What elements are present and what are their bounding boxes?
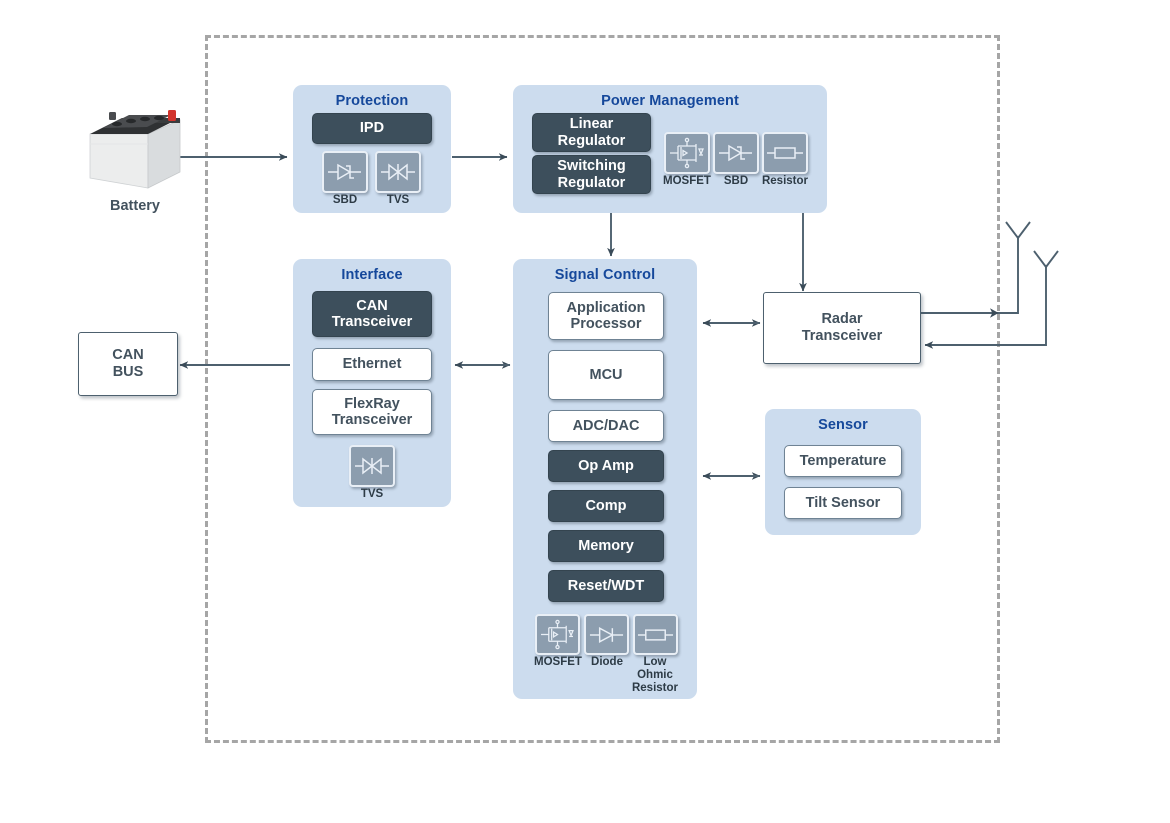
panel-sensor-title: Sensor: [818, 417, 868, 433]
chip-comp[interactable]: Comp: [548, 490, 664, 522]
panel-power-management-title: Power Management: [601, 93, 739, 109]
chip-ipd-label: IPD: [359, 120, 385, 137]
chip-linear-regulator[interactable]: Linear Regulator: [532, 113, 651, 152]
chip-memory-label: Memory: [578, 537, 634, 554]
chip-op-amp[interactable]: Op Amp: [548, 450, 664, 482]
chip-linear-regulator-line2: Regulator: [557, 132, 626, 149]
chip-ipd[interactable]: IPD: [312, 113, 432, 144]
antenna-icon-rx: [1033, 250, 1059, 269]
radar-transceiver-line2: Transceiver: [801, 328, 883, 344]
chip-adc-dac-label: ADC/DAC: [572, 417, 640, 434]
chip-application-processor-line2: Processor: [570, 316, 642, 332]
chip-mcu-label: MCU: [589, 366, 623, 383]
chip-switching-regulator-line1: Switching: [557, 158, 626, 175]
symbol-low-ohmic-line1: Low: [643, 656, 667, 668]
symbol-sbd-power[interactable]: [713, 132, 759, 174]
can-bus-label-line2: BUS: [112, 364, 144, 380]
can-bus-label-line1: CAN: [112, 346, 144, 363]
chip-tilt-sensor[interactable]: Tilt Sensor: [784, 487, 902, 519]
panel-protection-title: Protection: [335, 93, 409, 109]
symbol-tvs-protection[interactable]: [375, 151, 421, 193]
battery-label: Battery: [110, 198, 160, 214]
symbol-resistor-power[interactable]: [762, 132, 808, 174]
symbol-low-ohmic-line3: Resistor: [631, 681, 679, 694]
symbol-tvs-interface[interactable]: [349, 445, 395, 487]
symbol-low-ohmic-line2: Ohmic: [637, 668, 673, 681]
chip-flexray-transceiver[interactable]: FlexRay Transceiver: [312, 389, 432, 435]
symbol-tvs-interface-label: TVS: [360, 488, 384, 500]
chip-flexray-transceiver-line2: Transceiver: [331, 412, 413, 428]
chip-reset-wdt-label: Reset/WDT: [567, 577, 645, 594]
chip-switching-regulator-line2: Regulator: [557, 174, 626, 191]
antenna-icon-tx: [1005, 221, 1031, 240]
symbol-tvs-protection-label: TVS: [386, 194, 410, 206]
chip-ethernet-label: Ethernet: [342, 356, 402, 373]
chip-application-processor-line1: Application: [566, 299, 646, 316]
block-diagram-canvas: Battery CAN BUS Protection IPD SBD TVS P…: [0, 0, 1170, 823]
panel-interface-title: Interface: [341, 267, 403, 283]
chip-linear-regulator-line1: Linear: [569, 116, 614, 133]
symbol-diode-signal[interactable]: [584, 614, 629, 655]
chip-switching-regulator[interactable]: Switching Regulator: [532, 155, 651, 194]
can-bus-box[interactable]: CAN BUS: [78, 332, 178, 396]
chip-ethernet[interactable]: Ethernet: [312, 348, 432, 381]
battery-icon: [89, 110, 181, 189]
chip-memory[interactable]: Memory: [548, 530, 664, 562]
symbol-mosfet-power[interactable]: [664, 132, 710, 174]
chip-can-transceiver-line2: Transceiver: [331, 314, 413, 330]
chip-temperature-label: Temperature: [799, 452, 887, 469]
chip-can-transceiver[interactable]: CAN Transceiver: [312, 291, 432, 337]
radar-transceiver-box[interactable]: Radar Transceiver: [763, 292, 921, 364]
panel-signal-control-title: Signal Control: [554, 267, 656, 283]
chip-tilt-sensor-label: Tilt Sensor: [805, 494, 881, 511]
radar-transceiver-line1: Radar: [821, 310, 863, 327]
chip-temperature[interactable]: Temperature: [784, 445, 902, 477]
symbol-resistor-power-label: Resistor: [761, 175, 809, 187]
chip-flexray-transceiver-line1: FlexRay: [344, 395, 400, 412]
chip-op-amp-label: Op Amp: [578, 457, 634, 474]
chip-reset-wdt[interactable]: Reset/WDT: [548, 570, 664, 602]
chip-application-processor[interactable]: Application Processor: [548, 292, 664, 340]
symbol-mosfet-signal[interactable]: [535, 614, 580, 655]
chip-mcu[interactable]: MCU: [548, 350, 664, 400]
symbol-sbd-protection[interactable]: [322, 151, 368, 193]
chip-can-transceiver-line1: CAN: [356, 297, 388, 314]
chip-adc-dac[interactable]: ADC/DAC: [548, 410, 664, 442]
symbol-low-ohmic-resistor-signal[interactable]: [633, 614, 678, 655]
symbol-low-ohmic-resistor-signal-label: Low Ohmic Resistor: [622, 656, 688, 695]
chip-comp-label: Comp: [585, 497, 627, 514]
